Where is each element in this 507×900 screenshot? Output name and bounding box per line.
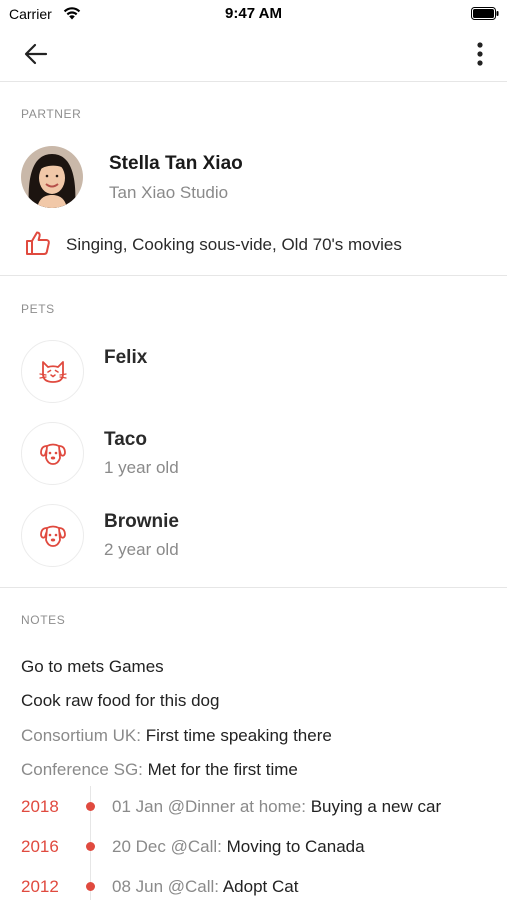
timeline-year: 2018 bbox=[21, 797, 59, 816]
timeline-year: 2016 bbox=[21, 837, 59, 856]
timeline-entry: 01 Jan @Dinner at home: Buying a new car bbox=[112, 797, 441, 817]
timeline-meta: 01 Jan @Dinner at home: bbox=[112, 797, 306, 816]
pet-name: Felix bbox=[104, 347, 148, 368]
divider bbox=[0, 275, 507, 276]
note-item: Consortium UK: First time speaking there bbox=[21, 726, 332, 746]
more-vertical-icon bbox=[477, 42, 483, 66]
timeline-year: 2012 bbox=[21, 877, 59, 896]
pet-age: 2 year old bbox=[104, 540, 179, 559]
timeline-text: Adopt Cat bbox=[219, 877, 299, 896]
nav-bar bbox=[0, 28, 507, 82]
pet-avatar-felix[interactable] bbox=[21, 340, 84, 403]
timeline-text: Buying a new car bbox=[305, 797, 442, 816]
dog-icon bbox=[39, 525, 66, 547]
timeline-dot bbox=[86, 802, 95, 811]
timeline-dot bbox=[86, 882, 95, 891]
status-bar: Carrier 9:47 AM bbox=[0, 0, 507, 28]
timeline-meta: 08 Jun @Call: bbox=[112, 877, 220, 896]
pet-avatar-brownie[interactable] bbox=[21, 504, 84, 567]
notes-section-label: NOTES bbox=[21, 613, 66, 627]
thumbs-up-icon bbox=[26, 231, 50, 255]
timeline-meta: 20 Dec @Call: bbox=[112, 837, 222, 856]
clock-time: 9:47 AM bbox=[225, 5, 282, 22]
pet-avatar-taco[interactable] bbox=[21, 422, 84, 485]
note-text: First time speaking there bbox=[140, 726, 332, 745]
timeline-entry: 20 Dec @Call: Moving to Canada bbox=[112, 837, 365, 857]
back-button[interactable] bbox=[22, 40, 50, 68]
divider bbox=[0, 587, 507, 588]
pet-age: 1 year old bbox=[104, 458, 179, 477]
timeline-text: Moving to Canada bbox=[221, 837, 365, 856]
pet-name: Taco bbox=[104, 429, 147, 450]
note-key: Consortium UK: bbox=[21, 726, 141, 745]
battery-icon bbox=[471, 7, 499, 20]
avatar bbox=[21, 146, 83, 208]
timeline-entry: 08 Jun @Call: Adopt Cat bbox=[112, 877, 298, 897]
note-item: Cook raw food for this dog bbox=[21, 691, 220, 710]
timeline-dot bbox=[86, 842, 95, 851]
note-key: Conference SG: bbox=[21, 760, 143, 779]
dog-icon bbox=[39, 443, 66, 465]
pet-name: Brownie bbox=[104, 511, 179, 532]
arrow-left-icon bbox=[24, 43, 48, 65]
partner-name: Stella Tan Xiao bbox=[109, 153, 243, 174]
cat-icon bbox=[38, 360, 67, 383]
note-item: Conference SG: Met for the first time bbox=[21, 760, 298, 780]
partner-section-label: PARTNER bbox=[21, 107, 82, 121]
note-text: Met for the first time bbox=[142, 760, 298, 779]
more-options-button[interactable] bbox=[466, 38, 494, 70]
avatar-image bbox=[21, 146, 83, 208]
note-item: Go to mets Games bbox=[21, 657, 164, 676]
partner-likes: Singing, Cooking sous-vide, Old 70's mov… bbox=[66, 235, 402, 254]
pets-section-label: PETS bbox=[21, 302, 55, 316]
partner-studio: Tan Xiao Studio bbox=[109, 183, 229, 202]
